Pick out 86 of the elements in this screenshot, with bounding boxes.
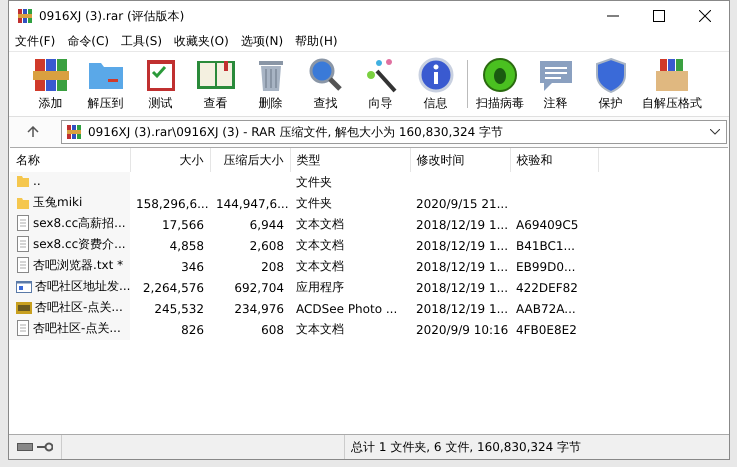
toolbar-button[interactable]: 删除 — [247, 56, 294, 112]
close-icon[interactable] — [699, 10, 711, 22]
table-cell-text: 144,947,6... — [215, 196, 290, 212]
table-cell-text: 692,704 — [233, 280, 285, 296]
table-cell: 文件夹 — [290, 172, 410, 193]
toolbar-button[interactable]: 注释 — [532, 56, 579, 112]
table-cell-text: 4FB0E8E2 — [515, 322, 578, 338]
table-cell-text: 2,608 — [248, 238, 285, 254]
table-cell: 158,296,6... — [130, 193, 210, 214]
table-cell-text: 文本文档 — [295, 258, 345, 275]
chevron-down-icon[interactable] — [710, 129, 720, 135]
table-cell: 826 — [130, 319, 210, 340]
folder-icon — [16, 196, 30, 210]
status-text: 总计 1 文件夹, 6 文件, 160,830,324 字节 — [350, 438, 582, 456]
toolbar-button[interactable]: 查看 — [192, 56, 239, 112]
window-title: 0916XJ (3).rar (评估版本) — [39, 8, 186, 24]
table-cell-text: 2020/9/9 10:16 — [415, 322, 510, 338]
table-cell: 杏吧社区-点关... — [10, 319, 130, 340]
toolbar-button[interactable]: 向导 — [357, 56, 404, 112]
text-file-icon — [16, 236, 30, 252]
table-cell-text: 文本文档 — [295, 216, 345, 233]
table-cell-text: 6,944 — [248, 216, 285, 234]
toolbar-button[interactable]: 保护 — [587, 56, 634, 112]
column-header[interactable]: 大小 — [130, 148, 210, 172]
table-cell-text: 234,976 — [233, 300, 285, 318]
menu-item[interactable]: 帮助(H) — [295, 32, 338, 50]
table-cell: 346 — [130, 256, 210, 277]
table-cell-text: 208 — [260, 258, 285, 276]
column-header[interactable]: 校验和 — [510, 148, 598, 172]
table-cell-text: A69409C5 — [515, 216, 580, 234]
table-cell: .. — [10, 172, 130, 193]
text-file-icon — [16, 257, 30, 274]
table-cell-text: 422DEF82 — [515, 280, 579, 296]
table-cell-text: 608 — [260, 322, 285, 338]
key-icon[interactable] — [37, 442, 53, 452]
table-cell-text: 应用程序 — [295, 279, 345, 296]
menu-item[interactable]: 文件(F) — [15, 32, 56, 50]
table-cell: 2,264,576 — [130, 277, 210, 298]
application-icon — [16, 280, 32, 294]
column-header[interactable]: 修改时间 — [410, 148, 510, 172]
toolbar-button[interactable]: 扫描病毒 — [476, 56, 524, 112]
maximize-icon[interactable] — [653, 10, 665, 22]
table-cell-text: EB99D0... — [515, 258, 576, 276]
menu-item[interactable]: 收藏夹(O) — [174, 32, 229, 50]
folder-icon — [16, 174, 30, 188]
table-cell: 4,858 — [130, 235, 210, 256]
table-cell: sex8.cc资费介... — [10, 235, 130, 256]
table-cell: 玉兔miki — [10, 193, 130, 214]
up-arrow-icon[interactable] — [27, 126, 39, 138]
menu-item[interactable]: 命令(C) — [67, 32, 110, 50]
menu-item[interactable]: 工具(S) — [121, 32, 162, 50]
table-cell: 杏吧社区地址发... — [10, 277, 130, 298]
archive-books-icon — [66, 124, 82, 140]
toolbar-button[interactable]: 信息 — [412, 56, 459, 112]
table-cell-text: AAB72A... — [515, 300, 577, 318]
table-cell-text: 2020/9/15 21... — [415, 196, 510, 212]
table-cell-text: 2018/12/19 1... — [415, 216, 510, 234]
table-cell-text: 文件夹 — [295, 195, 333, 212]
text-file-icon — [16, 320, 30, 336]
menu-item[interactable]: 选项(N) — [240, 32, 284, 50]
address-field[interactable]: 0916XJ (3).rar\0916XJ (3) - RAR 压缩文件, 解包大小为 160,830,324 字节 — [61, 120, 727, 144]
table-cell-text: ACDSee Photo ... — [295, 300, 398, 318]
toolbar-button[interactable]: 解压到 — [82, 56, 129, 112]
toolbar-button[interactable]: 查找 — [302, 56, 349, 112]
toolbar-button[interactable]: 测试 — [137, 56, 184, 112]
column-header[interactable]: 类型 — [290, 148, 410, 172]
table-cell-text: 2018/12/19 1... — [415, 238, 510, 254]
table-cell: 杏吧浏览器.txt * — [10, 256, 130, 277]
table-cell-text: 2018/12/19 1... — [415, 258, 510, 276]
toolbar-button[interactable]: 添加 — [27, 56, 74, 112]
table-cell-text: B41BC1... — [515, 238, 576, 254]
table-cell-text: 2018/12/19 1... — [415, 300, 510, 318]
books-icon — [30, 56, 70, 92]
text-file-icon — [16, 215, 30, 232]
archive-books-icon — [17, 8, 33, 24]
table-cell: 杏吧社区-点关... — [10, 298, 130, 319]
table-cell-text: 文本文档 — [295, 321, 345, 338]
table-cell-text: 文本文档 — [295, 237, 345, 254]
table-cell: 245,532 — [130, 298, 210, 319]
info-icon — [416, 56, 456, 92]
table-cell: sex8.cc高薪招... — [10, 214, 130, 235]
image-file-icon — [16, 300, 32, 315]
column-header[interactable]: 压缩后大小 — [210, 148, 290, 172]
table-cell-text: 2018/12/19 1... — [415, 280, 510, 296]
table-cell: 17,566 — [130, 214, 210, 235]
toolbar-button[interactable]: 自解压格式 — [642, 56, 702, 112]
